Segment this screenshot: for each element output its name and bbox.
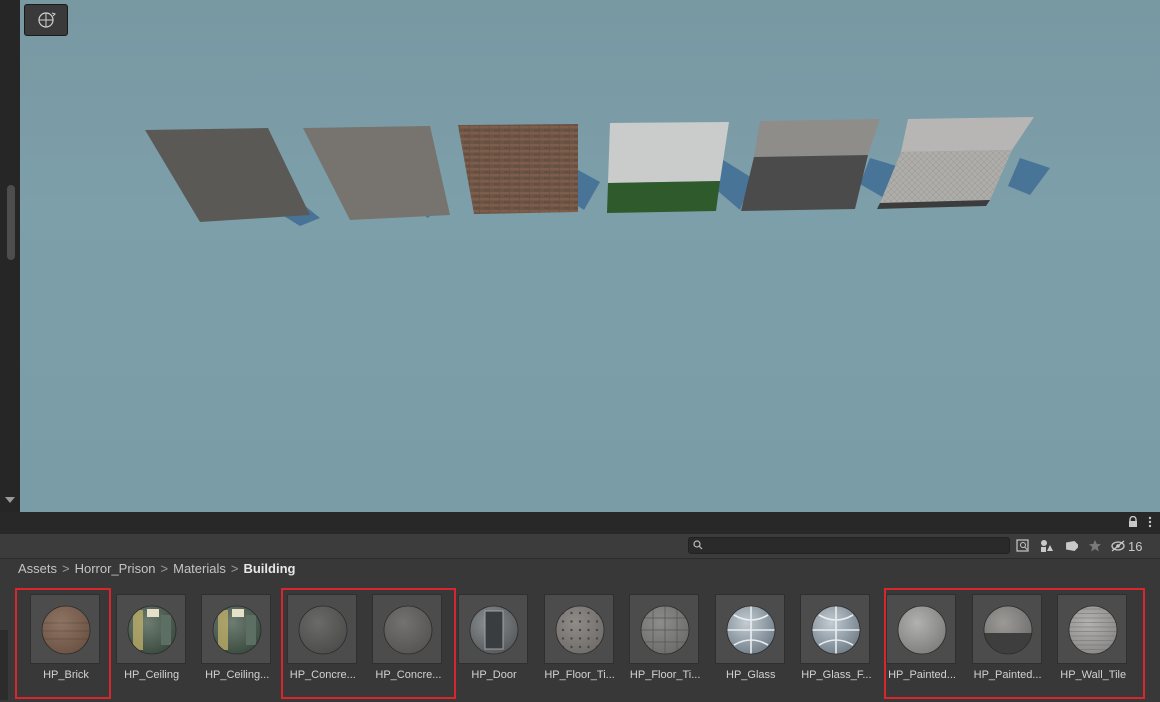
asset-label: HP_Glass	[726, 669, 776, 681]
search-icon	[693, 540, 703, 550]
scene-scrollbar[interactable]	[7, 185, 15, 260]
asset-label: HP_Concre...	[375, 669, 442, 681]
folder-tree-edge	[0, 630, 8, 700]
material-preview-icon	[886, 594, 956, 664]
type-filter-icon	[1041, 540, 1053, 552]
asset-item[interactable]: HP_Ceiling...	[201, 594, 273, 689]
breadcrumb-separator: >	[230, 561, 239, 576]
search-filter-button[interactable]	[1014, 537, 1032, 555]
favorite-icon	[1089, 540, 1101, 552]
favorite-button[interactable]	[1086, 537, 1104, 555]
scene-plane-painted-grey-band	[741, 155, 868, 211]
project-panel: 16 Assets > Horror_Prison > Materials > …	[0, 512, 1160, 702]
asset-label: HP_Concre...	[289, 669, 356, 681]
asset-label: HP_Brick	[43, 669, 89, 681]
breadcrumb: Assets > Horror_Prison > Materials > Bui…	[18, 561, 295, 576]
material-preview-icon	[971, 594, 1042, 664]
asset-item[interactable]: HP_Door	[458, 594, 530, 689]
asset-item[interactable]: HP_Wall_Tile	[1057, 594, 1129, 689]
material-preview-icon	[458, 594, 528, 664]
scene-plane-dark-concrete[interactable]	[145, 128, 310, 222]
material-preview-icon	[30, 594, 100, 664]
breadcrumb-separator: >	[62, 561, 70, 576]
kebab-icon[interactable]	[1148, 516, 1152, 528]
asset-label: HP_Door	[471, 669, 517, 681]
type-filter-button[interactable]	[1038, 537, 1056, 555]
asset-label: HP_Ceiling	[124, 669, 180, 681]
breadcrumb-assets[interactable]: Assets	[18, 561, 57, 576]
breadcrumb-horror-prison[interactable]: Horror_Prison	[75, 561, 156, 576]
breadcrumb-materials[interactable]: Materials	[173, 561, 226, 576]
material-preview-icon	[629, 594, 700, 664]
asset-label: HP_Painted...	[888, 669, 956, 681]
material-preview-icon	[543, 594, 614, 664]
project-toolbar: 16	[0, 534, 1160, 559]
scene-plane-brick[interactable]	[458, 124, 578, 214]
material-preview-icon	[714, 594, 785, 664]
asset-item[interactable]: HP_Painted...	[971, 594, 1044, 689]
material-preview-icon	[286, 594, 357, 664]
material-preview-icon	[201, 594, 272, 664]
asset-label: HP_Floor_Ti...	[544, 669, 615, 681]
search-filter-icon	[1016, 539, 1029, 552]
scene-plane-painted-green-band	[607, 181, 720, 213]
asset-item[interactable]: HP_Glass	[714, 594, 787, 689]
breadcrumb-current[interactable]: Building	[243, 561, 295, 576]
material-preview-icon	[1057, 594, 1128, 664]
scroll-down-arrow-icon[interactable]	[5, 497, 15, 503]
asset-label: HP_Ceiling...	[205, 669, 270, 681]
camera-orbit-button[interactable]	[24, 4, 68, 36]
scene-viewport[interactable]	[0, 0, 1160, 512]
asset-item[interactable]: HP_Floor_Ti...	[629, 594, 701, 689]
panel-menu	[1128, 516, 1152, 528]
scene-plane-painted-grey[interactable]	[754, 119, 880, 157]
scene-plane-light-concrete[interactable]	[303, 126, 450, 220]
scene-view[interactable]	[0, 0, 1160, 512]
asset-item[interactable]: HP_Painted...	[886, 594, 958, 689]
asset-label: HP_Painted...	[973, 669, 1042, 681]
asset-item[interactable]: HP_Concre...	[286, 594, 359, 689]
label-filter-icon	[1066, 541, 1078, 551]
scene-plane-wall-tile-lower	[880, 150, 1012, 203]
eye-hidden-icon	[1111, 540, 1125, 552]
camera-orbit-icon	[38, 12, 56, 28]
asset-item[interactable]: HP_Glass_F...	[800, 594, 872, 689]
breadcrumb-separator: >	[160, 561, 169, 576]
asset-item[interactable]: HP_Concre...	[372, 594, 444, 689]
toolbar-icons: 16	[1014, 537, 1142, 555]
hidden-count: 16	[1128, 538, 1143, 554]
search-input[interactable]	[688, 537, 1010, 554]
material-preview-icon	[800, 594, 871, 664]
panel-header	[0, 512, 1160, 534]
asset-grid: HP_Brick HP_Ceiling HP_Ceiling... HP_Con…	[30, 594, 1160, 689]
scene-plane-painted-green[interactable]	[608, 122, 729, 183]
material-preview-icon	[115, 594, 186, 664]
asset-label: HP_Floor_Ti...	[629, 669, 701, 681]
scene-plane-wall-tile[interactable]	[901, 117, 1034, 152]
asset-item[interactable]: HP_Ceiling	[115, 594, 188, 689]
material-preview-icon	[372, 594, 443, 664]
lock-icon[interactable]	[1128, 516, 1138, 528]
asset-item[interactable]: HP_Brick	[30, 594, 102, 689]
asset-item[interactable]: HP_Floor_Ti...	[543, 594, 616, 689]
hidden-packages-toggle[interactable]: 16	[1110, 537, 1142, 555]
asset-label: HP_Wall_Tile	[1060, 669, 1127, 681]
label-filter-button[interactable]	[1062, 537, 1080, 555]
asset-label: HP_Glass_F...	[801, 669, 872, 681]
